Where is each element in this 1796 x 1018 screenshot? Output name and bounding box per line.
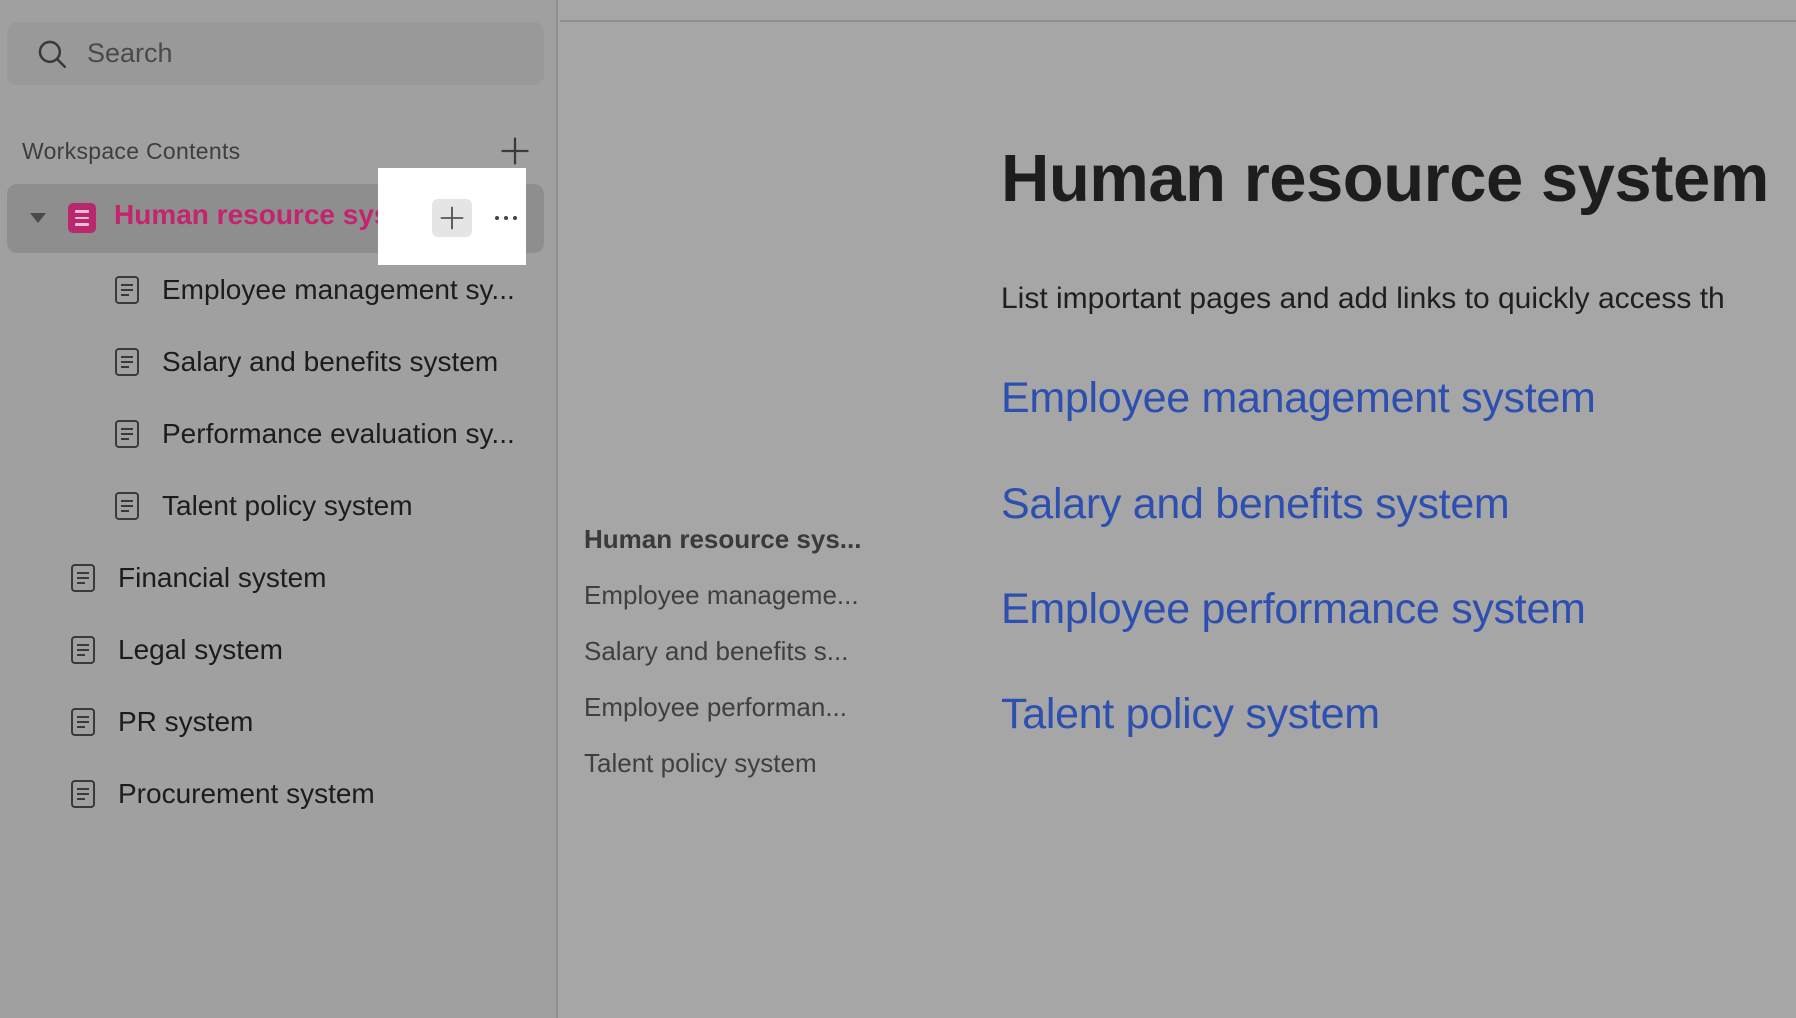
toc-item[interactable]: Salary and benefits s... — [584, 636, 848, 667]
workspace-title: Workspace Contents — [22, 137, 241, 164]
document-icon — [68, 777, 98, 811]
tree-item-child[interactable]: Talent policy system — [112, 472, 522, 540]
document-icon — [68, 705, 98, 739]
document-icon — [68, 203, 96, 233]
document-icon — [68, 561, 98, 595]
page-link[interactable]: Salary and benefits system — [1001, 480, 1510, 529]
page-link[interactable]: Talent policy system — [1001, 690, 1380, 739]
tree-item-label: Financial system — [118, 562, 327, 593]
search-input[interactable] — [87, 38, 507, 69]
tree-item[interactable]: Financial system — [68, 544, 518, 612]
toc-item[interactable]: Talent policy system — [584, 748, 817, 779]
document-icon — [112, 417, 142, 451]
more-options-icon[interactable] — [488, 203, 524, 233]
tree-item-label: Salary and benefits system — [162, 346, 499, 377]
add-subpage-button[interactable] — [432, 199, 472, 237]
search-icon — [38, 40, 67, 68]
tree-item-label: PR system — [118, 706, 254, 737]
tree-item-label: Legal system — [118, 634, 283, 665]
caret-down-icon[interactable] — [30, 213, 46, 223]
document-icon — [112, 489, 142, 523]
add-page-button[interactable] — [498, 134, 532, 168]
tree-item-label: Employee management sy... — [162, 274, 515, 305]
toc-item[interactable]: Employee manageme... — [584, 580, 859, 611]
tree-item-child[interactable]: Salary and benefits system — [112, 328, 522, 396]
page-description: List important pages and add links to qu… — [1001, 282, 1725, 315]
tree-item[interactable]: Procurement system — [68, 760, 518, 828]
tree-item-child[interactable]: Employee management sy... — [112, 256, 522, 324]
tree-item[interactable]: PR system — [68, 688, 518, 756]
search-bar[interactable] — [7, 22, 544, 85]
tree-item-label: Procurement system — [118, 778, 375, 809]
document-icon — [112, 345, 142, 379]
sidebar: Workspace Contents Human resource system… — [0, 0, 558, 1018]
document-icon — [68, 633, 98, 667]
tree-item-label: Performance evaluation sy... — [162, 418, 515, 449]
page-title: Human resource system — [1001, 141, 1769, 216]
plus-icon — [501, 137, 529, 165]
toolbar-divider — [560, 20, 1796, 22]
toc-item[interactable]: Employee performan... — [584, 692, 847, 723]
tree-item[interactable]: Legal system — [68, 616, 518, 684]
document-icon — [112, 273, 142, 307]
workspace-header: Workspace Contents — [22, 136, 532, 166]
toc-item[interactable]: Human resource sys... — [584, 524, 861, 555]
tree-item-child[interactable]: Performance evaluation sy... — [112, 400, 522, 468]
page-link[interactable]: Employee performance system — [1001, 585, 1586, 634]
tree-item-label: Talent policy system — [162, 490, 413, 521]
plus-icon — [440, 206, 464, 230]
page-link[interactable]: Employee management system — [1001, 374, 1596, 423]
